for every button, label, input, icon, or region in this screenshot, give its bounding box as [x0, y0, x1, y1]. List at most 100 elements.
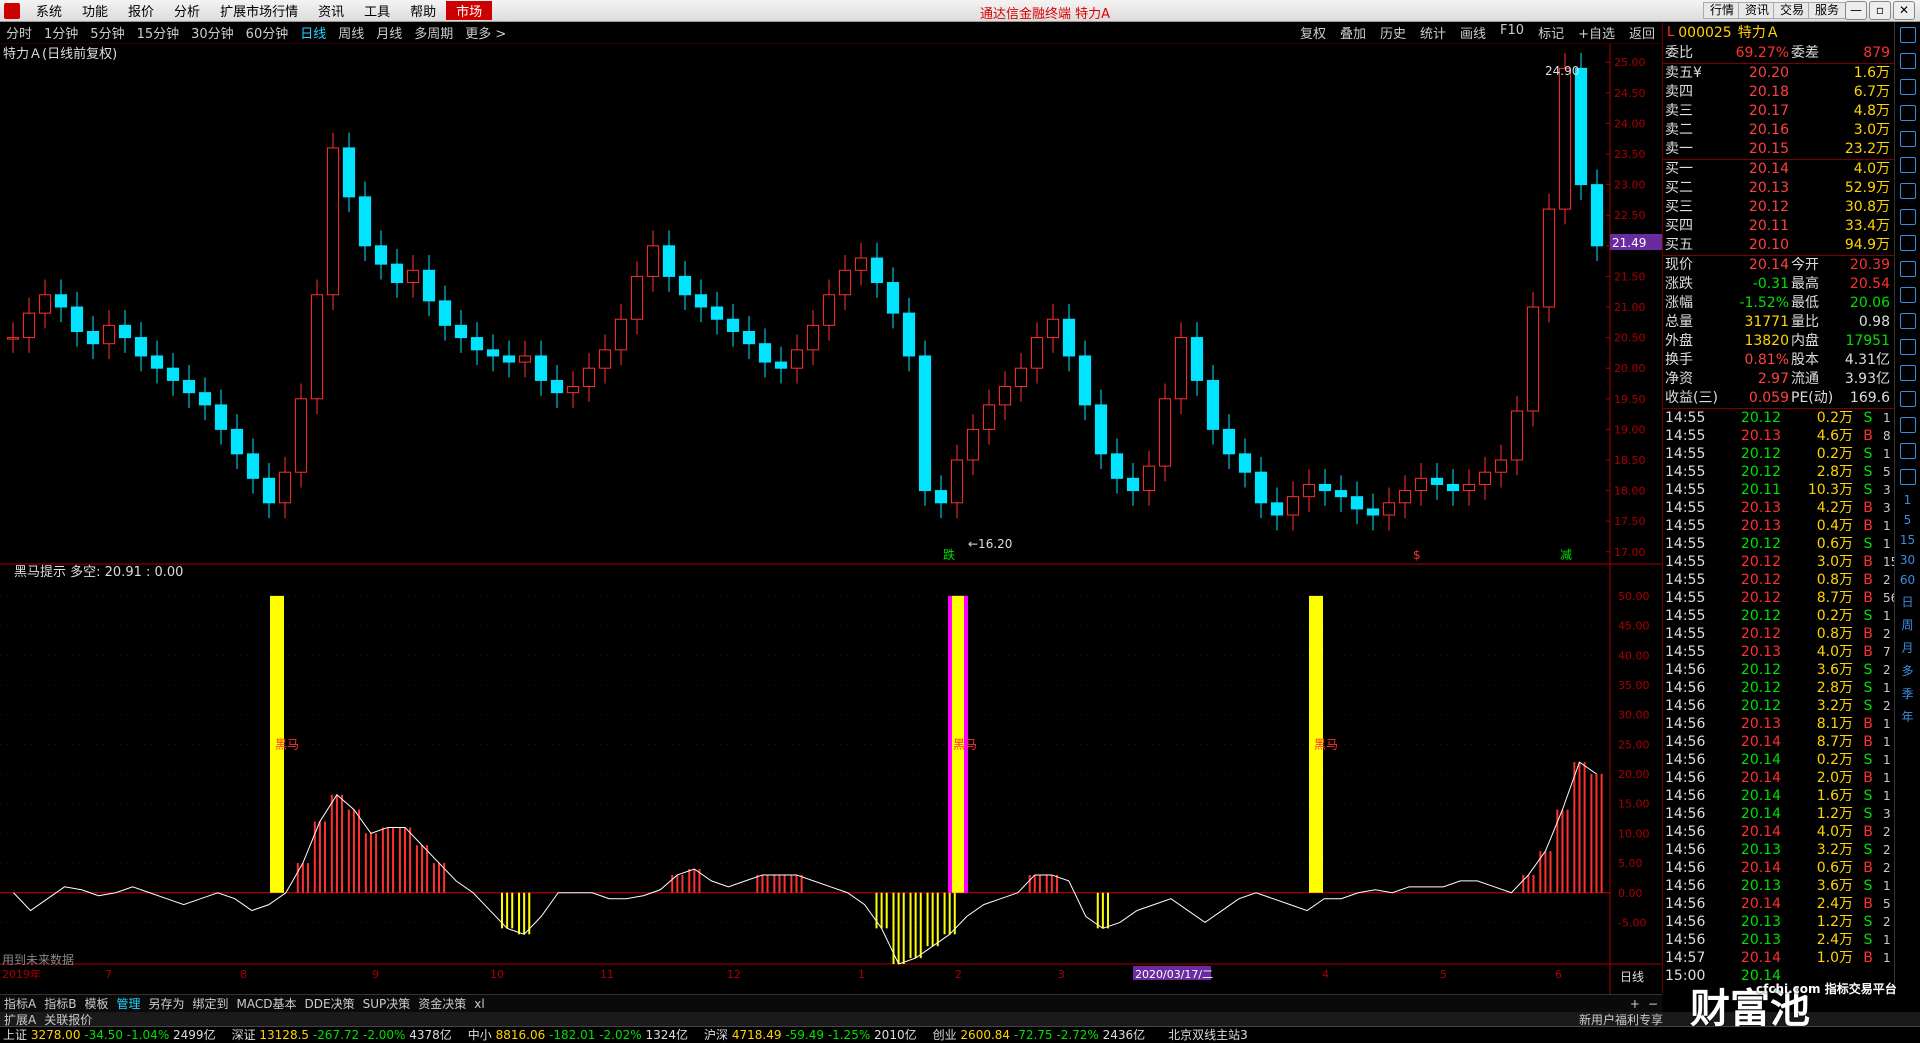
toolbar-history[interactable]: 历史 [1373, 23, 1413, 42]
move-icon[interactable] [1899, 391, 1916, 407]
index-item[interactable]: 上证 3278.00 -34.50 -1.04% 2499亿 [0, 1026, 219, 1043]
rsi-icon[interactable] [1899, 365, 1916, 381]
cross-icon[interactable] [1899, 261, 1916, 277]
index-change: -72.75 [1013, 1028, 1057, 1042]
period-tab-1min[interactable]: 1分钟 [38, 23, 84, 42]
book-icon[interactable] [1899, 79, 1916, 95]
side-period-label[interactable]: 季 [1901, 685, 1913, 702]
period-tab-30min[interactable]: 30分钟 [185, 23, 240, 42]
kline-chart[interactable]: 25.0024.5024.0023.5023.0022.5022.0021.50… [0, 44, 1662, 994]
indicator-tab[interactable]: SUP决策 [359, 995, 415, 1012]
sell-level-row: 卖五¥ 20.20 1.6万 [1663, 64, 1894, 83]
period-tab-60min[interactable]: 60分钟 [240, 23, 295, 42]
candle-body [102, 324, 116, 345]
toolbar-adjust[interactable]: 复权 [1293, 23, 1333, 42]
up-arrow-icon[interactable] [1899, 27, 1916, 43]
candle-body [406, 269, 420, 284]
index-item[interactable]: 中小 8816.06 -182.01 -2.02% 1324亿 [465, 1026, 691, 1043]
tick-price: 20.12 [1740, 626, 1781, 642]
period-tab-weekly[interactable]: 周线 [332, 23, 370, 42]
toolbar-mark[interactable]: 标记 [1531, 23, 1571, 42]
index-item[interactable]: 沪深 4718.49 -59.49 -1.25% 2010亿 [701, 1026, 920, 1043]
toolbar-stats[interactable]: 统计 [1413, 23, 1453, 42]
target-icon[interactable] [1899, 469, 1916, 485]
promo-link[interactable]: 新用户福利专享 [1575, 1011, 1667, 1028]
side-period-label[interactable]: 15 [1900, 533, 1915, 547]
indicator-tab[interactable]: 模板 [80, 995, 112, 1012]
menu-item-help[interactable]: 帮助 [400, 1, 446, 20]
f2-icon[interactable] [1899, 287, 1916, 303]
grid-icon[interactable] [1899, 209, 1916, 225]
maximize-icon[interactable]: ▫ [1869, 1, 1891, 20]
indicator-tab[interactable]: DDE决策 [301, 995, 359, 1012]
bar-icon[interactable] [1899, 157, 1916, 173]
toolbar-draw[interactable]: 画线 [1453, 23, 1493, 42]
menu-item-system[interactable]: 系统 [26, 1, 72, 20]
toolbar-overlay[interactable]: 叠加 [1333, 23, 1373, 42]
indicator-tab[interactable]: MACD基本 [233, 995, 301, 1012]
stock-code: 000025 [1678, 25, 1732, 41]
ext-tab-a[interactable]: 扩展A [0, 1011, 40, 1028]
toolbar-add-watchlist[interactable]: +自选 [1571, 23, 1622, 42]
pen-icon[interactable] [1899, 417, 1916, 433]
trend-icon[interactable] [1899, 183, 1916, 199]
ext-tab-related[interactable]: 关联报价 [40, 1011, 96, 1028]
minimize-icon[interactable]: — [1845, 1, 1867, 20]
quote-row-price: 20.12 [1748, 199, 1789, 215]
period-tab-multi[interactable]: 多周期 [408, 23, 459, 42]
side-period-label[interactable]: 1 [1904, 493, 1912, 507]
fs-icon[interactable] [1899, 313, 1916, 329]
menu-item-analysis[interactable]: 分析 [164, 1, 210, 20]
line-icon[interactable] [1899, 339, 1916, 355]
tick-volume: 0.2万 [1816, 410, 1853, 426]
side-period-label[interactable]: 日 [1901, 593, 1913, 610]
side-period-label[interactable]: 5 [1904, 513, 1912, 527]
indicator-tab[interactable]: 管理 [112, 995, 144, 1012]
calc-icon[interactable] [1899, 131, 1916, 147]
period-tab-daily[interactable]: 日线 [294, 23, 332, 42]
stat-row: 收益(三) 0.059 PE(动) 169.6 [1663, 389, 1894, 408]
fs2-icon[interactable] [1899, 443, 1916, 459]
index-item[interactable]: 深证 13128.5 -267.72 -2.00% 4378亿 [229, 1026, 455, 1043]
indicator-tab[interactable]: 绑定到 [189, 995, 233, 1012]
buy-level-row: 买五 20.10 94.9万 [1663, 236, 1894, 255]
menu-item-ext-market[interactable]: 扩展市场行情 [210, 1, 308, 20]
f-icon[interactable] [1899, 235, 1916, 251]
period-tab-intraday[interactable]: 分时 [0, 23, 38, 42]
down-arrow-icon[interactable] [1899, 53, 1916, 69]
indicator-tab[interactable]: 另存为 [144, 995, 188, 1012]
period-tab-more[interactable]: 更多 > [459, 23, 512, 42]
menu-item-function[interactable]: 功能 [72, 1, 118, 20]
price-tick-label: 24.50 [1614, 87, 1646, 100]
quote-row-price: 20.17 [1748, 103, 1789, 119]
side-period-label[interactable]: 月 [1901, 639, 1913, 656]
period-tab-monthly[interactable]: 月线 [370, 23, 408, 42]
top-button-service[interactable]: 服务 [1808, 2, 1847, 19]
zoom-out-button[interactable]: − [1644, 997, 1662, 1011]
indicator-tab[interactable]: 指标B [40, 995, 80, 1012]
side-period-label[interactable]: 年 [1901, 708, 1913, 725]
top-button-market[interactable]: 行情 [1703, 2, 1742, 19]
zoom-in-button[interactable]: + [1626, 997, 1644, 1011]
period-tab-15min[interactable]: 15分钟 [131, 23, 186, 42]
indicator-tick-label: 40.00 [1618, 649, 1650, 662]
close-icon[interactable]: ✕ [1893, 1, 1915, 20]
index-item[interactable]: 创业 2600.84 -72.75 -2.72% 2436亿 [930, 1026, 1149, 1043]
period-tab-5min[interactable]: 5分钟 [84, 23, 130, 42]
toolbar-back[interactable]: 返回 [1622, 23, 1662, 42]
top-button-trade[interactable]: 交易 [1773, 2, 1812, 19]
toolbar-f10[interactable]: F10 [1493, 23, 1531, 42]
market-tab[interactable]: 市场 [446, 1, 493, 20]
indicator-tab[interactable]: xl [470, 997, 488, 1011]
chart-icon[interactable] [1899, 105, 1916, 121]
side-period-label[interactable]: 周 [1901, 616, 1913, 633]
side-period-label[interactable]: 30 [1900, 553, 1915, 567]
menu-item-news[interactable]: 资讯 [308, 1, 354, 20]
indicator-tab[interactable]: 资金决策 [414, 995, 470, 1012]
menu-item-quote[interactable]: 报价 [118, 1, 164, 20]
indicator-tab[interactable]: 指标A [0, 995, 40, 1012]
top-button-news[interactable]: 资讯 [1738, 2, 1777, 19]
side-period-label[interactable]: 60 [1900, 573, 1915, 587]
side-period-label[interactable]: 多 [1901, 662, 1913, 679]
menu-item-tools[interactable]: 工具 [354, 1, 400, 20]
